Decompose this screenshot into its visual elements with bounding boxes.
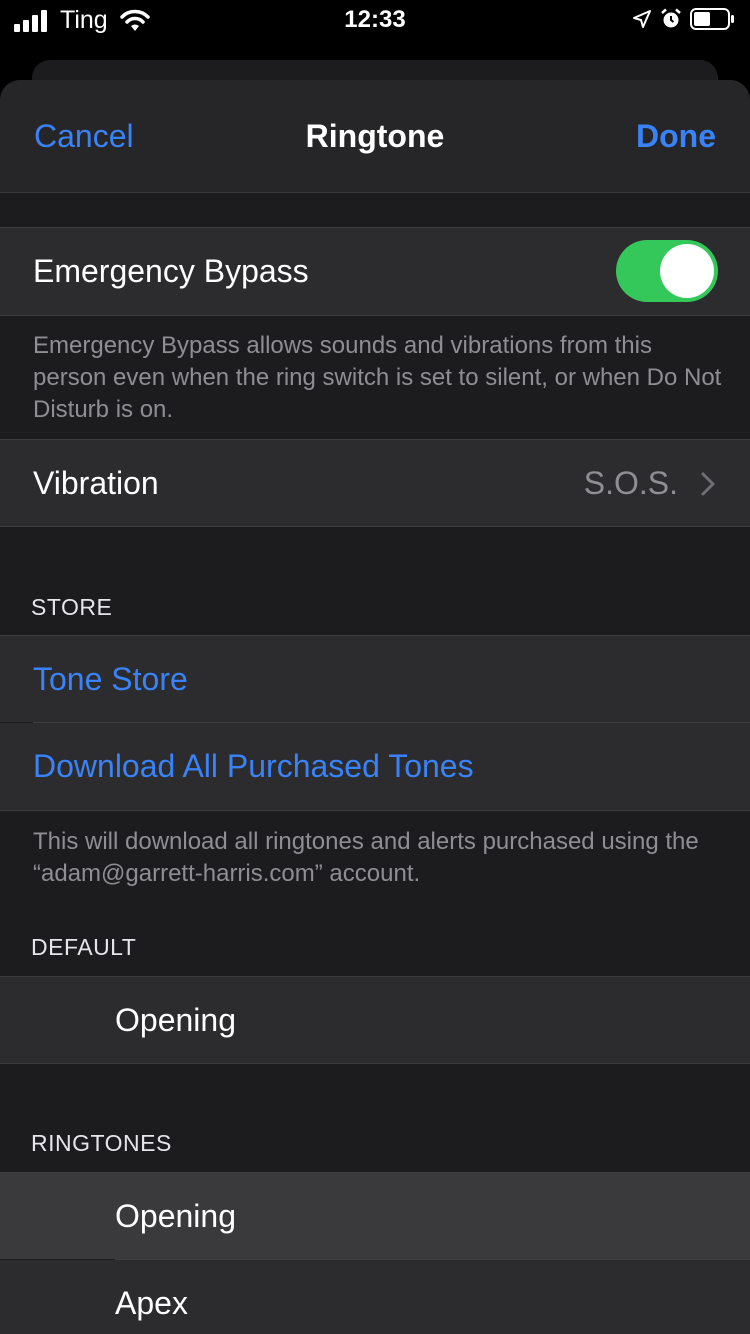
ringtone-row[interactable]: Opening xyxy=(0,1173,750,1259)
chevron-right-icon xyxy=(701,472,715,496)
toggle-knob xyxy=(660,244,714,298)
store-footer: This will download all ringtones and ale… xyxy=(33,828,699,887)
ringtone-label: Opening xyxy=(115,1198,236,1234)
default-section-header: DEFAULT xyxy=(31,934,137,960)
status-right xyxy=(624,7,736,31)
battery-icon xyxy=(690,8,734,30)
location-arrow-icon xyxy=(633,10,651,28)
default-tone-row[interactable]: Opening xyxy=(0,977,750,1063)
navigation-bar: Cancel Ringtone Done xyxy=(0,80,750,193)
vibration-label: Vibration xyxy=(33,465,159,501)
vibration-value: S.O.S. xyxy=(583,465,678,501)
download-all-tones-link[interactable]: Download All Purchased Tones xyxy=(33,748,474,785)
divider xyxy=(0,526,750,527)
emergency-bypass-toggle[interactable] xyxy=(616,240,718,302)
alarm-clock-icon xyxy=(661,8,681,28)
tone-store-row[interactable]: Tone Store xyxy=(0,636,750,722)
ringtone-row[interactable]: Apex xyxy=(0,1260,750,1334)
ringtone-sheet: Cancel Ringtone Done Emergency Bypass Em… xyxy=(0,80,750,1334)
emergency-bypass-footer: Emergency Bypass allows sounds and vibra… xyxy=(33,332,722,423)
tone-store-link[interactable]: Tone Store xyxy=(33,661,188,698)
ringtones-section-header: RINGTONES xyxy=(31,1130,172,1156)
status-bar: Ting 12:33 xyxy=(0,0,750,40)
divider xyxy=(0,315,750,316)
done-button[interactable]: Done xyxy=(636,118,716,155)
divider xyxy=(0,1063,750,1064)
emergency-bypass-label: Emergency Bypass xyxy=(33,253,309,289)
store-section-header: STORE xyxy=(31,594,113,620)
default-tone-label: Opening xyxy=(115,1002,236,1038)
emergency-bypass-row: Emergency Bypass xyxy=(0,228,750,315)
divider xyxy=(0,810,750,811)
vibration-row[interactable]: Vibration S.O.S. xyxy=(0,440,750,526)
ringtone-label: Apex xyxy=(115,1285,188,1321)
download-tones-row[interactable]: Download All Purchased Tones xyxy=(0,723,750,810)
